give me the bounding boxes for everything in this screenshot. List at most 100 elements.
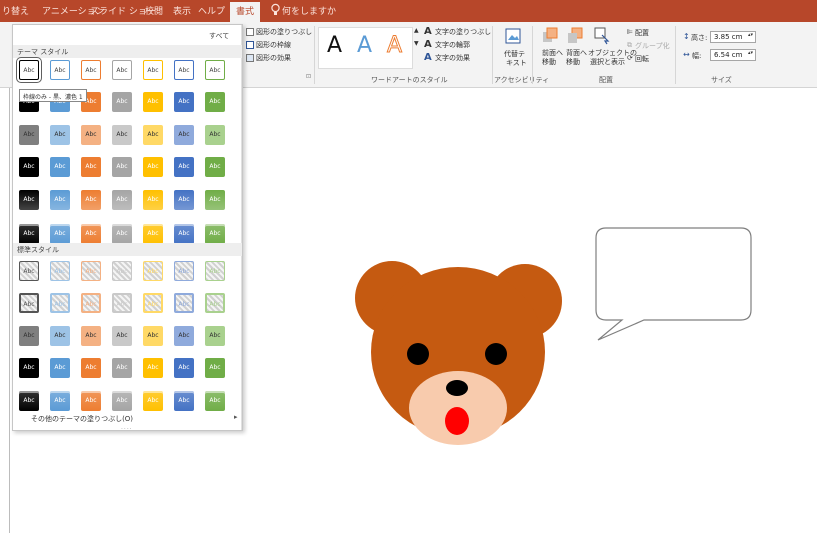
style-swatch[interactable]: Abc <box>50 157 70 177</box>
style-swatch[interactable]: Abc <box>50 261 70 281</box>
shape-fill-button[interactable]: 図形の塗りつぶし <box>256 27 312 37</box>
style-swatch[interactable]: Abc <box>19 157 39 177</box>
style-swatch[interactable]: Abc <box>81 60 101 80</box>
style-swatch[interactable]: Abc <box>205 92 225 112</box>
style-swatch[interactable]: Abc <box>205 261 225 281</box>
shape-effects-button[interactable]: 図形の効果 <box>256 53 291 63</box>
style-swatch[interactable]: Abc <box>205 224 225 244</box>
style-swatch[interactable]: Abc <box>112 261 132 281</box>
style-swatch[interactable]: Abc <box>143 224 163 244</box>
style-swatch[interactable]: Abc <box>81 326 101 346</box>
style-swatch[interactable]: Abc <box>50 391 70 411</box>
style-swatch[interactable]: Abc <box>205 358 225 378</box>
resize-grip[interactable]: .... <box>121 424 133 431</box>
text-effects-button[interactable]: 文字の効果 <box>435 53 470 63</box>
style-swatch[interactable]: Abc <box>19 224 39 244</box>
style-swatch[interactable]: Abc <box>50 293 70 313</box>
style-swatch[interactable]: Abc <box>205 157 225 177</box>
style-swatch[interactable]: Abc <box>112 60 132 80</box>
style-swatch[interactable]: Abc <box>174 190 194 210</box>
style-swatch[interactable]: Abc <box>81 391 101 411</box>
bear-right-eye[interactable] <box>485 343 507 365</box>
style-swatch[interactable]: Abc <box>143 190 163 210</box>
style-swatch[interactable]: Abc <box>174 358 194 378</box>
style-swatch[interactable]: Abc <box>81 293 101 313</box>
style-swatch[interactable]: Abc <box>143 60 163 80</box>
bear-left-eye[interactable] <box>407 343 429 365</box>
style-swatch[interactable]: Abc <box>143 125 163 145</box>
style-swatch[interactable]: Abc <box>205 293 225 313</box>
style-swatch[interactable]: Abc <box>205 60 225 80</box>
style-swatch[interactable]: Abc <box>16 57 42 83</box>
more-theme-fills-menu-item[interactable]: その他のテーマの塗りつぶし(O) <box>31 414 133 424</box>
style-swatch[interactable]: Abc <box>50 190 70 210</box>
tab-format[interactable]: 書式 <box>230 2 261 22</box>
style-swatch[interactable]: Abc <box>143 391 163 411</box>
shape-styles-launcher[interactable]: ⊡ <box>306 73 311 80</box>
style-swatch[interactable]: Abc <box>205 391 225 411</box>
style-swatch[interactable]: Abc <box>205 326 225 346</box>
style-swatch[interactable]: Abc <box>112 92 132 112</box>
style-swatch[interactable]: Abc <box>81 157 101 177</box>
wordart-style-black[interactable]: A <box>327 33 342 58</box>
style-swatch[interactable]: Abc <box>19 391 39 411</box>
style-swatch[interactable]: Abc <box>174 224 194 244</box>
style-swatch[interactable]: Abc <box>143 358 163 378</box>
bear-nose[interactable] <box>446 380 468 396</box>
wordart-style-orange-outline[interactable]: A <box>386 33 402 59</box>
style-swatch[interactable]: Abc <box>50 358 70 378</box>
style-swatch[interactable]: Abc <box>19 326 39 346</box>
tab-review[interactable]: 校閲 <box>145 4 163 17</box>
style-swatch[interactable]: Abc <box>50 224 70 244</box>
style-swatch[interactable]: Abc <box>112 190 132 210</box>
group-button[interactable]: グループ化 <box>635 41 670 51</box>
style-swatch[interactable]: Abc <box>81 224 101 244</box>
text-fill-button[interactable]: 文字の塗りつぶし <box>435 27 491 37</box>
style-swatch[interactable]: Abc <box>143 326 163 346</box>
wordart-scroll-up[interactable]: ▲ <box>414 27 419 34</box>
style-swatch[interactable]: Abc <box>205 125 225 145</box>
wordart-style-blue[interactable]: A <box>357 33 372 58</box>
speech-bubble-callout[interactable] <box>595 227 752 341</box>
style-swatch[interactable]: Abc <box>174 92 194 112</box>
style-swatch[interactable]: Abc <box>174 157 194 177</box>
tab-transitions[interactable]: り替え <box>2 4 29 17</box>
style-swatch[interactable]: Abc <box>50 326 70 346</box>
style-swatch[interactable]: Abc <box>112 224 132 244</box>
style-swatch[interactable]: Abc <box>81 261 101 281</box>
gallery-filter-all[interactable]: すべて <box>209 31 229 41</box>
style-swatch[interactable]: Abc <box>205 190 225 210</box>
wordart-scroll-down[interactable]: ▼ <box>414 40 419 47</box>
text-outline-button[interactable]: 文字の輪郭 <box>435 40 470 50</box>
tab-view[interactable]: 表示 <box>173 4 191 17</box>
style-swatch[interactable]: Abc <box>112 391 132 411</box>
style-swatch[interactable]: Abc <box>19 261 39 281</box>
style-swatch[interactable]: Abc <box>112 157 132 177</box>
height-spinner[interactable]: ▴▾ <box>748 32 753 38</box>
style-swatch[interactable]: Abc <box>50 60 70 80</box>
style-swatch[interactable]: Abc <box>143 92 163 112</box>
align-button[interactable]: 配置 <box>635 28 649 38</box>
style-swatch[interactable]: Abc <box>81 358 101 378</box>
style-swatch[interactable]: Abc <box>81 190 101 210</box>
tell-me-search[interactable]: 何をしますか <box>282 4 336 17</box>
style-swatch[interactable]: Abc <box>112 326 132 346</box>
wordart-style-gallery[interactable]: A A A <box>318 27 413 69</box>
style-swatch[interactable]: Abc <box>174 326 194 346</box>
style-swatch[interactable]: Abc <box>112 125 132 145</box>
style-swatch[interactable]: Abc <box>174 293 194 313</box>
style-swatch[interactable]: Abc <box>143 293 163 313</box>
rotate-button[interactable]: 回転 <box>635 54 649 64</box>
style-swatch[interactable]: Abc <box>19 125 39 145</box>
style-swatch[interactable]: Abc <box>19 358 39 378</box>
style-swatch[interactable]: Abc <box>174 391 194 411</box>
style-swatch[interactable]: Abc <box>19 190 39 210</box>
style-swatch[interactable]: Abc <box>81 125 101 145</box>
tab-help[interactable]: ヘルプ <box>198 4 225 17</box>
style-swatch[interactable]: Abc <box>143 157 163 177</box>
style-swatch[interactable]: Abc <box>112 293 132 313</box>
width-spinner[interactable]: ▴▾ <box>748 50 753 56</box>
style-swatch[interactable]: Abc <box>19 293 39 313</box>
style-swatch[interactable]: Abc <box>112 358 132 378</box>
bear-shape[interactable] <box>355 261 562 445</box>
